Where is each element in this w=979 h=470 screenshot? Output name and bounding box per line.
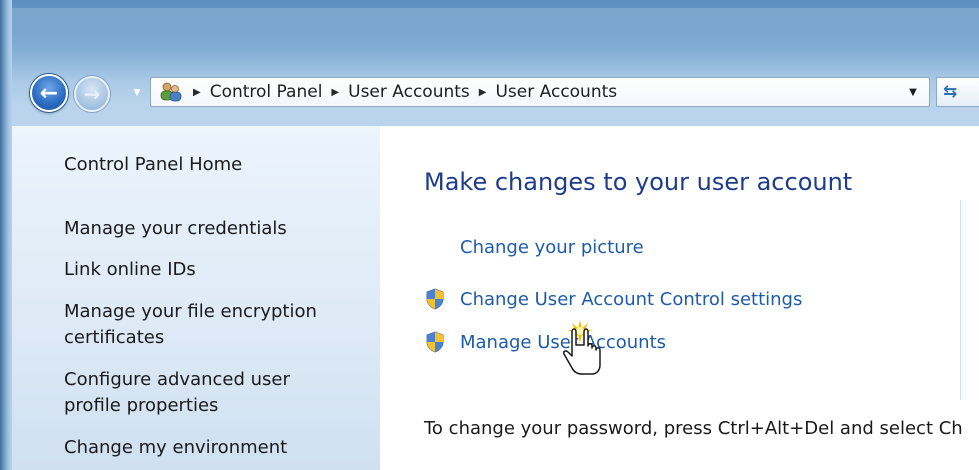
- address-dropdown-icon[interactable]: ▼: [905, 78, 921, 106]
- sidebar-item-file-encryption-cont[interactable]: certificates: [64, 327, 164, 349]
- breadcrumb-user-accounts[interactable]: User Accounts: [348, 82, 470, 102]
- sidebar-item-link-online-ids[interactable]: Link online IDs: [64, 259, 196, 281]
- change-uac-settings-link[interactable]: Change User Account Control settings: [460, 289, 802, 310]
- forward-button[interactable]: →: [74, 76, 110, 112]
- uac-shield-icon: [425, 288, 445, 310]
- back-arrow-icon: ←: [39, 80, 59, 106]
- sidebar-item-environment[interactable]: Change my environment: [64, 437, 287, 459]
- breadcrumb-arrow-icon[interactable]: ▶: [193, 87, 201, 98]
- page-title: Make changes to your user account: [424, 168, 853, 196]
- recent-pages-dropdown[interactable]: ▼: [131, 86, 143, 100]
- breadcrumb-control-panel[interactable]: Control Panel: [210, 82, 323, 102]
- refresh-button[interactable]: ⇆: [936, 77, 979, 107]
- password-info-text: To change your password, press Ctrl+Alt+…: [424, 418, 963, 439]
- sidebar-item-advanced-profile-cont[interactable]: profile properties: [64, 395, 218, 417]
- user-accounts-icon: [158, 81, 184, 103]
- change-picture-link[interactable]: Change your picture: [460, 237, 644, 258]
- refresh-icon: ⇆: [943, 82, 958, 102]
- sidebar-item-control-panel-home[interactable]: Control Panel Home: [64, 154, 242, 176]
- uac-shield-icon: [425, 331, 445, 353]
- breadcrumb-arrow-icon[interactable]: ▶: [479, 87, 487, 98]
- window-left-border: [0, 0, 12, 470]
- hand-cursor-icon: [558, 312, 618, 382]
- sidebar-item-manage-credentials[interactable]: Manage your credentials: [64, 218, 287, 240]
- sidebar-item-file-encryption[interactable]: Manage your file encryption: [64, 301, 317, 323]
- sidebar-item-advanced-profile[interactable]: Configure advanced user: [64, 369, 290, 391]
- address-bar[interactable]: ▶ Control Panel ▶ User Accounts ▶ User A…: [150, 77, 930, 107]
- content-right-panel: [960, 200, 979, 400]
- breadcrumb-user-accounts-current[interactable]: User Accounts: [495, 82, 617, 102]
- back-button[interactable]: ←: [30, 74, 68, 112]
- titlebar: [12, 8, 979, 48]
- breadcrumb-arrow-icon[interactable]: ▶: [331, 87, 339, 98]
- task-pane: [12, 126, 380, 470]
- forward-arrow-icon: →: [83, 82, 101, 106]
